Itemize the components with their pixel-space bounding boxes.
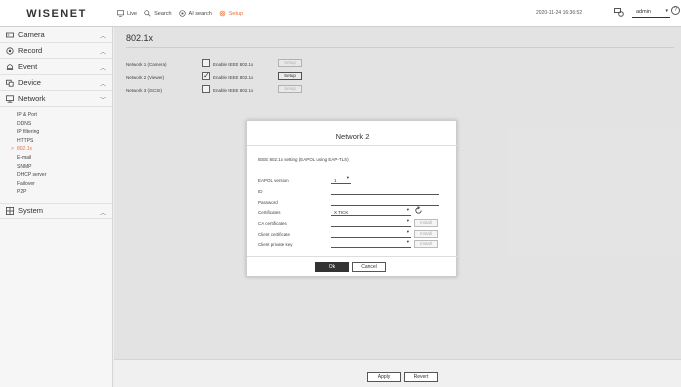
dialog-divider [247, 145, 458, 146]
sidebar-menu-event[interactable]: Event ︿ [0, 59, 112, 75]
chevron-down-icon: ﹀ [100, 98, 107, 104]
sidebar-item-ddns[interactable]: DDNS [0, 120, 112, 129]
sidebar-item-p2p[interactable]: P2P [0, 188, 112, 197]
chevron-up-icon: ︿ [100, 210, 107, 217]
wisenet-logo: WISENET [26, 7, 87, 20]
nav-setup[interactable]: Setup [219, 10, 243, 17]
sidebar-item-snmp[interactable]: SNMP [0, 163, 112, 172]
nav-live[interactable]: Live [117, 10, 137, 17]
select-value: X TICK [334, 210, 349, 215]
cancel-button[interactable]: Cancel [352, 262, 386, 272]
dropdown-arrow-icon: ▾ [406, 207, 409, 212]
network-icon [6, 94, 14, 103]
bell-icon [6, 63, 14, 70]
nav-live-label: Live [127, 10, 138, 17]
search-icon [144, 10, 151, 17]
chevron-up-icon: ︿ [100, 66, 107, 72]
eapol-version-select[interactable]: 1 ▾ [331, 175, 351, 184]
dialog-description: IEEE 802.1x setting (EAPOL using EAP-TLS… [258, 157, 349, 162]
sidebar-menu-label: Camera [18, 30, 45, 39]
chevron-up-icon: ︿ [100, 82, 107, 88]
dropdown-arrow-icon: ▾ [346, 175, 349, 180]
sidebar-item-dhcp-server[interactable]: DHCP server [0, 171, 112, 180]
sidebar-menu-device[interactable]: Device ︿ [0, 75, 112, 91]
sidebar-item-ip-filtering[interactable]: IP filtering [0, 128, 112, 137]
sidebar-menu-system[interactable]: System ︿ [0, 202, 112, 219]
device-icon [6, 79, 14, 87]
sidebar-menu-network[interactable]: Network ﹀ [0, 91, 112, 107]
dropdown-arrow-icon: ▾ [406, 239, 409, 244]
sidebar-menu-label: Device [18, 78, 41, 87]
dropdown-arrow-icon: ▾ [406, 229, 409, 234]
ca-certificates-select[interactable]: ▾ [331, 218, 411, 227]
gear-icon [219, 10, 226, 17]
nav-search[interactable]: Search [144, 10, 172, 17]
field-label: Client certificate [258, 232, 291, 237]
sidebar-menu-label: Network [18, 94, 46, 103]
chevron-up-icon: ︿ [100, 34, 107, 40]
sidebar: Camera ︿ Record ︿ Event ︿ Device ︿ Netwo… [0, 27, 113, 387]
sidebar-item-email[interactable]: E-mail [0, 154, 112, 163]
sidebar-item-failover[interactable]: Failover [0, 180, 112, 189]
client-private-key-select[interactable]: ▾ [331, 239, 411, 248]
top-bar: WISENET Live Search AI search Setup 2020… [0, 0, 681, 27]
top-nav: Live Search AI search Setup [117, 0, 243, 27]
ai-search-icon [178, 10, 186, 17]
refresh-icon[interactable] [414, 206, 423, 215]
datetime-display: 2020-11-24 16:36:52 [536, 10, 583, 16]
system-icon [6, 206, 14, 215]
revert-button[interactable]: Revert [404, 372, 438, 382]
sidebar-item-ip-port[interactable]: IP & Port [0, 111, 112, 120]
sidebar-item-https[interactable]: HTTPS [0, 137, 112, 146]
sidebar-menu-camera[interactable]: Camera ︿ [0, 27, 112, 43]
apply-button[interactable]: Apply [367, 372, 401, 382]
field-label: ID [258, 189, 263, 194]
field-label: EAPOL version [258, 178, 289, 183]
dialog-title: Network 2 [335, 132, 370, 141]
certificates-select[interactable]: X TICK ▾ [331, 207, 411, 216]
sidebar-menu-label: System [18, 206, 44, 216]
client-key-install-button[interactable]: Install [414, 240, 438, 248]
nav-ai-search-label: AI search [188, 10, 212, 17]
chevron-up-icon: ︿ [100, 50, 107, 56]
chevron-down-icon: ▾ [665, 8, 668, 14]
ok-button[interactable]: Ok [315, 262, 349, 272]
sidebar-menu-record[interactable]: Record ︿ [0, 43, 112, 59]
user-status-icon[interactable] [614, 8, 624, 17]
camera-icon [6, 32, 14, 37]
password-input[interactable] [331, 198, 439, 206]
sidebar-menu-label: Record [18, 46, 43, 55]
sidebar-item-label: 802.1x [17, 146, 33, 153]
client-certificate-select[interactable]: ▾ [331, 229, 411, 238]
select-value: 1 [334, 178, 337, 183]
nav-ai-search[interactable]: AI search [178, 10, 212, 17]
client-cert-install-button[interactable]: Install [414, 230, 438, 238]
network-submenu: IP & Port DDNS IP filtering HTTPS > 802.… [0, 107, 112, 197]
record-icon [6, 46, 14, 55]
dropdown-arrow-icon: ▾ [406, 218, 409, 223]
id-input[interactable] [331, 187, 439, 195]
network-2-dialog: Network 2 IEEE 802.1x setting (EAPOL usi… [246, 120, 458, 277]
nav-setup-label: Setup [228, 10, 244, 17]
sidebar-item-802-1x[interactable]: > 802.1x [0, 145, 112, 154]
field-label: Certificates [258, 210, 281, 215]
user-dropdown[interactable]: admin ▾ [632, 8, 670, 18]
footer-bar: Apply Revert [114, 359, 681, 387]
field-label: Client private key [258, 242, 293, 247]
active-marker: > [11, 146, 14, 153]
ca-install-button[interactable]: Install [414, 219, 438, 227]
user-name: admin [636, 9, 651, 15]
dialog-footer-divider [247, 256, 458, 257]
sidebar-menu-label: Event [18, 62, 38, 71]
field-label: CA certificates [258, 221, 287, 226]
monitor-icon [117, 10, 124, 17]
help-icon[interactable]: ? [671, 6, 680, 15]
field-label: Password [258, 200, 278, 205]
nav-search-label: Search [154, 10, 172, 17]
